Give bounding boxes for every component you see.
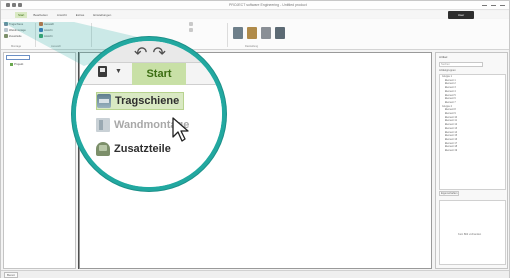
ribbon-separator <box>35 23 36 47</box>
zusatzteile-button[interactable]: Zusatzteile <box>4 34 22 38</box>
option-icon <box>189 22 193 26</box>
tab-ansicht[interactable]: Ansicht <box>54 12 70 18</box>
render-icon[interactable] <box>233 27 243 39</box>
app-menu-icon[interactable] <box>96 66 114 84</box>
tree-item-root[interactable]: Projekt <box>10 62 23 66</box>
close-button[interactable] <box>499 2 506 8</box>
status-bar: Bereit <box>1 270 509 278</box>
catalog-panel: Artikel Suchen Artikelgruppen Gruppe 1 El… <box>435 52 508 269</box>
group-label-montage: Montage <box>11 45 22 48</box>
ribbon-separator <box>227 23 228 47</box>
tragschiene-button[interactable]: Tragschiene <box>4 22 23 26</box>
view-alt-icon <box>39 34 43 38</box>
magnified-tab-row: ▼ Start <box>76 63 222 85</box>
project-tree-panel: Projekt <box>3 52 76 269</box>
wandmontage-button[interactable]: Wandmontage <box>4 28 26 32</box>
mouse-cursor-icon <box>172 117 189 142</box>
preview-pane: Kein Bild vorhanden <box>439 200 506 265</box>
ansicht-button-b[interactable]: Ansicht <box>39 34 53 38</box>
ribbon-small-button[interactable] <box>189 22 193 26</box>
tab-bearbeiten[interactable]: Bearbeiten <box>30 12 51 18</box>
title-bar: PROJECT software Engineering - Untitled … <box>1 1 509 10</box>
tool-icon[interactable] <box>261 27 271 39</box>
tab-extras[interactable]: Extras <box>73 12 88 18</box>
parts-icon <box>96 142 110 156</box>
minimize-button[interactable] <box>481 2 488 8</box>
undo-redo-icon: ↶ ↷ <box>134 43 166 62</box>
wall-mount-icon <box>96 118 110 132</box>
magnified-ribbon: ↶ ↷ ▼ Start Tragschiene Wandmontage Zusa… <box>76 41 222 187</box>
group-label-darstellung: Darstellung <box>245 45 259 48</box>
status-label: Bereit <box>4 272 18 278</box>
export-icon[interactable] <box>275 27 285 39</box>
view-icon <box>39 28 43 32</box>
magnifier-callout: ↶ ↷ ▼ Start Tragschiene Wandmontage Zusa… <box>72 37 226 191</box>
user-badge[interactable]: User <box>448 11 474 19</box>
tab-start[interactable]: Start <box>15 11 28 18</box>
catalog-list[interactable]: Gruppe 1 Element 1 Element 2 Element 3 Eleme… <box>439 74 506 190</box>
zusatzteile-menu-item[interactable]: Zusatzteile <box>96 140 175 158</box>
parts-icon <box>4 34 8 38</box>
rail-icon <box>4 22 8 26</box>
ribbon-tabs: Start Bearbeiten Ansicht Extras Einstell… <box>1 11 509 18</box>
window-title: PROJECT software Engineering - Untitled … <box>229 3 307 7</box>
select-icon <box>39 22 43 26</box>
material-icon[interactable] <box>247 27 257 39</box>
ansicht-button-a[interactable]: Ansicht <box>39 28 53 32</box>
tab-einstellungen[interactable]: Einstellungen <box>90 12 114 18</box>
save-icon[interactable] <box>12 3 16 7</box>
folder-icon <box>10 62 13 66</box>
option-icon <box>189 28 193 32</box>
auswahl-button[interactable]: Auswahl <box>39 22 54 26</box>
catalog-title: Artikel <box>439 55 448 59</box>
magnified-toolbar: ↶ ↷ <box>76 41 222 63</box>
chevron-down-icon[interactable]: ▼ <box>115 68 122 75</box>
ribbon-small-button[interactable] <box>189 28 193 32</box>
catalog-search-input[interactable]: Suchen <box>439 62 483 67</box>
panel-dropdown[interactable] <box>6 55 30 60</box>
undo-icon[interactable] <box>18 3 22 7</box>
group-label-auswahl: Auswahl <box>51 45 61 48</box>
quick-access-toolbar <box>6 3 22 7</box>
preview-message: Kein Bild vorhanden <box>458 233 482 236</box>
tab-start-magnified[interactable]: Start <box>132 63 186 85</box>
magnified-menu: Tragschiene Wandmontage Zusatzteile <box>76 86 222 187</box>
catalog-item[interactable]: Element 19 <box>440 149 505 153</box>
catalog-list-header: Artikelgruppen <box>439 69 456 72</box>
app-menu-icon[interactable] <box>6 3 10 7</box>
rail-icon <box>97 94 111 108</box>
tab-eigenschaften[interactable]: Eigenschaften <box>439 191 460 196</box>
tragschiene-menu-item[interactable]: Tragschiene <box>96 92 185 110</box>
wall-mount-icon <box>4 28 8 32</box>
maximize-button[interactable] <box>490 2 497 8</box>
